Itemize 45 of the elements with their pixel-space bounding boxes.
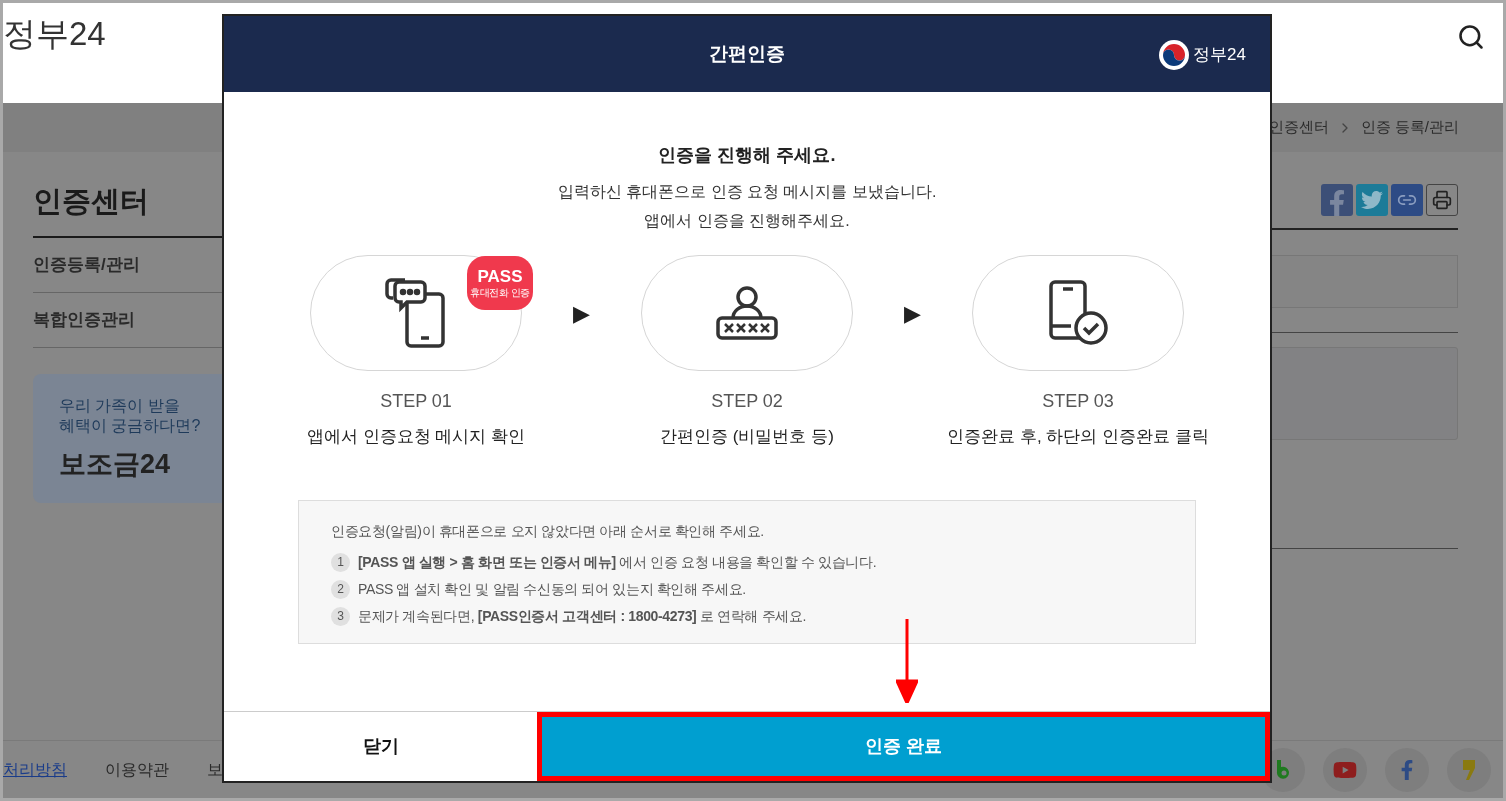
breadcrumb-link[interactable]: 인증 등록/관리 [1360, 116, 1459, 139]
notice-text: PASS 앱 설치 확인 및 알림 수신동의 되어 있는지 확인해 주세요. [358, 579, 746, 599]
step-number: 1 [331, 552, 350, 572]
step-caption: 인증완료 후, 하단의 인증완료 클릭 [947, 426, 1209, 448]
footer-link[interactable]: 처리방침 [3, 757, 67, 782]
sidebar-item[interactable]: 복합인증관리 [33, 306, 135, 333]
notice-text: [PASS 앱 실행 > 홈 화면 또는 인증서 메뉴] 에서 인증 요청 내용을 확인할 수 있습니다. [358, 552, 877, 572]
phone-check-icon [1047, 280, 1109, 346]
step-caption: 앱에서 인증요청 메시지 확인 [306, 426, 526, 448]
dialog-message: 앱에서 인증을 진행해주세요. [644, 211, 850, 231]
government-emblem-icon [1159, 40, 1190, 70]
dialog-message: 입력하신 휴대폰으로 인증 요청 메시지를 보냈습니다. [557, 182, 937, 202]
step-label: STEP 03 [1042, 390, 1114, 413]
print-icon[interactable] [1426, 184, 1458, 216]
banner-title: 보조금24 [59, 447, 172, 481]
banner-text: 혜택이 궁금하다면? [59, 415, 202, 436]
notice-text: 문제가 계속된다면, [PASS인증서 고객센터 : 1800-4273] 로 연락해 주세요. [358, 606, 807, 626]
notice-intro: 인증요청(알림)이 휴대폰으로 오지 않았다면 아래 순서로 확인해 주세요. [331, 521, 765, 541]
facebook-icon[interactable] [1385, 747, 1429, 792]
chat-phone-icon [385, 276, 447, 350]
dialog-heading: 인증을 진행해 주세요. [658, 144, 836, 167]
youtube-icon[interactable] [1323, 747, 1367, 792]
brand-text: 정부24 [1193, 44, 1246, 67]
badge-subtitle: 휴대전화 인증 [470, 288, 530, 298]
footer-link[interactable]: 보 [207, 757, 223, 782]
badge-title: PASS [477, 268, 523, 285]
twitter-icon[interactable] [1356, 184, 1388, 216]
step-label: STEP 01 [380, 390, 452, 413]
dialog-title: 간편인증 [709, 41, 785, 66]
breadcrumb-link[interactable]: 인증센터 [1268, 116, 1329, 139]
sidebar-item[interactable]: 인증등록/관리 [33, 251, 140, 278]
footer-link[interactable]: 이용약관 [105, 757, 169, 782]
step-arrow: ▶ [904, 299, 921, 328]
step-arrow: ▶ [573, 299, 590, 328]
link-icon[interactable] [1391, 184, 1423, 216]
site-logo[interactable]: 정부24 [3, 3, 106, 50]
confirm-button[interactable]: 인증 완료 [537, 712, 1270, 781]
search-icon[interactable] [1457, 23, 1485, 51]
step-label: STEP 02 [711, 390, 783, 413]
step-number: 3 [331, 606, 350, 626]
step-number: 2 [331, 579, 350, 599]
banner-text: 우리 가족이 받을 [59, 395, 181, 416]
facebook-icon[interactable] [1321, 184, 1353, 216]
step-caption: 간편인증 (비밀번호 등) [660, 426, 834, 448]
user-password-icon [715, 284, 779, 342]
